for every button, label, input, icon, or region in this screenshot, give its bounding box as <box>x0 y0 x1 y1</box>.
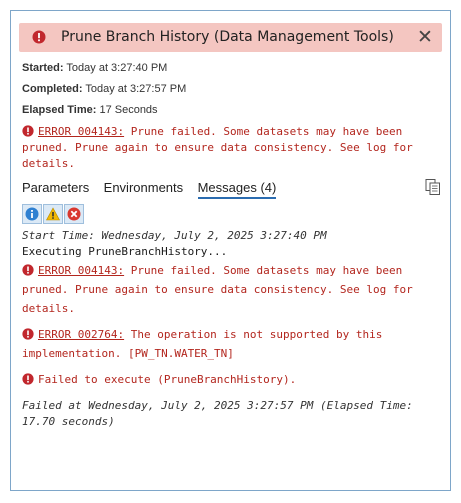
info-icon <box>25 207 39 221</box>
started-label: Started: <box>22 62 64 74</box>
error-code-link[interactable]: ERROR 004143: <box>38 125 124 138</box>
error-icon <box>32 30 46 44</box>
summary-error: ERROR 004143: Prune failed. Some dataset… <box>22 124 442 172</box>
elapsed-value: 17 Seconds <box>99 104 158 116</box>
error-text: The operation is not supported by this <box>124 328 383 341</box>
warning-icon <box>46 207 60 221</box>
tab-parameters[interactable]: Parameters <box>22 180 89 197</box>
tool-title: Prune Branch History (Data Management To… <box>61 29 394 45</box>
completed-label: Completed: <box>22 83 83 95</box>
tab-bar: Parameters Environments Messages (4) <box>22 179 286 199</box>
filter-warning-button[interactable] <box>43 204 63 224</box>
copy-icon[interactable] <box>424 178 442 196</box>
executing-message: Executing PruneBranchHistory... <box>22 245 228 258</box>
error-code-link[interactable]: ERROR 002764: <box>38 328 124 341</box>
error-text: implementation. [PW_TN.WATER_TN] <box>22 347 234 360</box>
elapsed-row: Elapsed Time: 17 Seconds <box>22 104 158 116</box>
started-row: Started: Today at 3:27:40 PM <box>22 62 167 74</box>
error-code-link[interactable]: ERROR 004143: <box>38 264 124 277</box>
tool-result-panel: Prune Branch History (Data Management To… <box>10 10 451 491</box>
filter-info-button[interactable] <box>22 204 42 224</box>
start-time-message: Start Time: Wednesday, July 2, 2025 3:27… <box>22 229 327 242</box>
error-message-004143: ERROR 004143: Prune failed. Some dataset… <box>22 263 442 317</box>
title-bar: Prune Branch History (Data Management To… <box>19 23 442 52</box>
completed-row: Completed: Today at 3:27:57 PM <box>22 83 186 95</box>
close-icon[interactable]: ✕ <box>414 26 436 48</box>
error-message-002764: ERROR 002764: The operation is not suppo… <box>22 327 442 362</box>
error-text: details. <box>22 157 75 170</box>
failed-at-line: 17.70 seconds) <box>22 415 115 428</box>
filter-error-button[interactable] <box>64 204 84 224</box>
tab-messages[interactable]: Messages (4) <box>197 180 277 199</box>
messages-list: Start Time: Wednesday, July 2, 2025 3:27… <box>22 228 442 430</box>
error-text: Failed to execute (PruneBranchHistory). <box>38 373 297 386</box>
error-text: Prune failed. Some datasets may have bee… <box>124 125 403 138</box>
completed-value: Today at 3:27:57 PM <box>85 83 187 95</box>
message-filters <box>22 204 85 224</box>
error-text: pruned. Prune again to ensure data consi… <box>22 283 413 296</box>
error-icon <box>22 328 34 340</box>
failed-execute-message: Failed to execute (PruneBranchHistory). <box>22 372 442 388</box>
failed-at-line: Failed at Wednesday, July 2, 2025 3:27:5… <box>22 399 413 412</box>
error-text: pruned. Prune again to ensure data consi… <box>22 141 413 154</box>
error-icon <box>67 207 81 221</box>
started-value: Today at 3:27:40 PM <box>66 62 168 74</box>
error-icon <box>22 373 34 385</box>
error-text: Prune failed. Some datasets may have bee… <box>124 264 403 277</box>
error-icon <box>22 125 34 137</box>
error-icon <box>22 264 34 276</box>
error-text: details. <box>22 302 75 315</box>
elapsed-label: Elapsed Time: <box>22 104 97 116</box>
tab-environments[interactable]: Environments <box>104 180 183 197</box>
failed-at-message: Failed at Wednesday, July 2, 2025 3:27:5… <box>22 398 442 430</box>
